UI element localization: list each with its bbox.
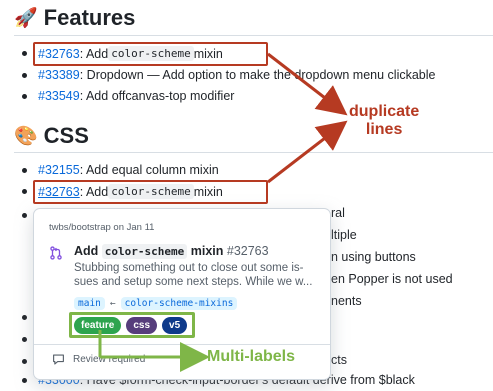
arrow-to-bottom-duplicate [267,120,348,184]
rocket-icon: 🚀 [14,7,38,29]
pr-number: #32763 [226,244,269,258]
item-text-tail: n using buttons [331,250,416,264]
item-text: : Dropdown — Add option to make the drop… [79,68,436,82]
css-divider [14,152,493,153]
pr-link[interactable]: #33389 [38,68,80,82]
item-text: : Add offcanvas-top modifier [79,89,235,103]
css-title: CSS [43,123,89,148]
head-branch: color-scheme-mixins [120,297,238,310]
duplicate-lines-annotation: duplicate lines [349,103,419,139]
item-text-tail: en Popper is not used [331,272,453,286]
list-item: #33389 : Dropdown — Add option to make t… [22,68,435,82]
bullet [22,213,27,218]
pr-title-text: Add [74,244,102,258]
bullet [22,93,27,99]
review-status-text: Review required [73,354,146,365]
palette-icon: 🎨 [14,125,38,147]
review-status: Review required [52,353,145,366]
pr-link[interactable]: #33549 [38,89,80,103]
inline-code: color-scheme [101,244,188,259]
annotation-line: lines [365,121,403,138]
duplicate-highlight-bottom [33,180,268,204]
features-title: Features [43,5,136,30]
item-text-tail: ral [331,206,345,220]
pull-request-icon [50,246,62,260]
bullet [22,359,27,364]
arrow-left-icon: ← [109,298,116,309]
features-divider [14,35,493,36]
base-branch: main [74,297,105,310]
duplicate-highlight-top [33,42,268,66]
bullet [22,315,27,320]
item-text-tail: cts [331,353,347,367]
labels-highlight-box [69,312,195,338]
bullet [22,72,27,78]
bullet [22,51,27,56]
pr-link[interactable]: #32155 [38,163,80,177]
annotation-line: duplicate [349,103,420,120]
pr-description: Stubbing something out to close out some… [74,262,313,288]
multi-labels-annotation: Multi-labels [207,348,296,365]
repo-meta: twbs/bootstrap on Jan 11 [49,222,155,233]
comment-icon [53,354,64,365]
list-item: #32155 : Add equal column mixin [22,163,219,177]
list-item: #33549 : Add offcanvas-top modifier [22,89,234,103]
features-heading: 🚀 Features [14,5,135,31]
popover-divider [34,344,330,345]
bullet [22,189,27,194]
bullet [22,167,27,173]
bullet [22,377,27,383]
css-heading: 🎨 CSS [14,123,89,149]
item-text-tail: ltiple [331,228,357,242]
item-text-tail: nents [331,294,362,308]
bullet [22,337,27,342]
item-text: : Add equal column mixin [79,163,219,177]
pr-title-text: mixin [187,244,224,258]
branch-info: main ← color-scheme-mixins [74,297,238,310]
pr-title[interactable]: Add color-scheme mixin #32763 [74,244,269,259]
